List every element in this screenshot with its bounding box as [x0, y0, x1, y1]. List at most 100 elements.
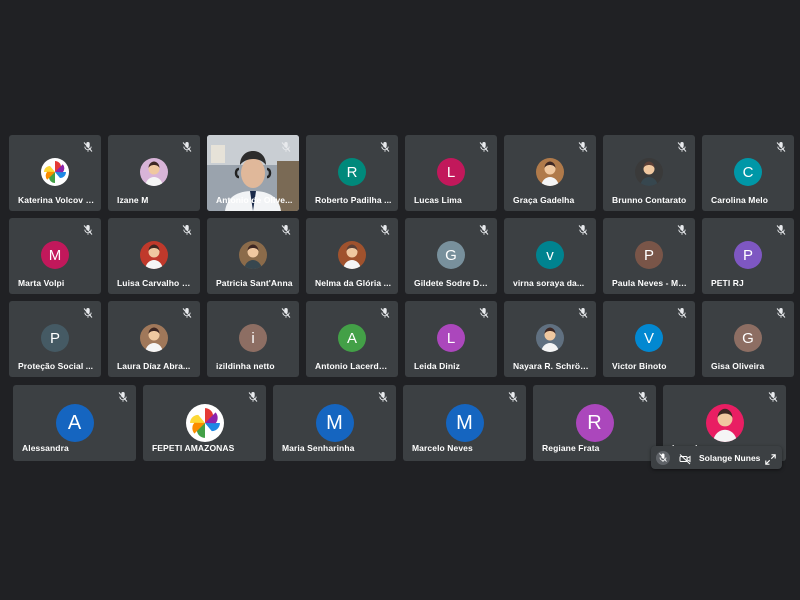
pinwheel-logo-icon [41, 158, 69, 186]
participant-tile[interactable]: v virna soraya da... [504, 218, 596, 294]
avatar: A [55, 404, 94, 442]
participant-row-3: P Proteção Social ... Laura Díaz Abra... i i… [9, 301, 794, 377]
mic-off-icon [676, 224, 688, 236]
avatar: v [536, 241, 564, 269]
participant-name: Gildete Sodre De... [414, 278, 491, 288]
participant-tile[interactable]: Nayara R. Schröd... [504, 301, 596, 377]
participant-name: Izane M [117, 195, 149, 205]
mic-off-icon [379, 307, 391, 319]
mic-off-icon [478, 224, 490, 236]
participant-name: Maria Senharinha [282, 443, 355, 453]
mic-off-icon [775, 224, 787, 236]
avatar: G [734, 324, 762, 352]
participant-tile[interactable]: R Roberto Padilha ... [306, 135, 398, 211]
participant-tile[interactable]: G Gildete Sodre De... [405, 218, 497, 294]
expand-icon[interactable] [765, 452, 776, 465]
participant-tile[interactable]: M Marta Volpi [9, 218, 101, 294]
participant-tile[interactable]: Katerina Volcov -... [9, 135, 101, 211]
participant-name: Lucas Lima [414, 195, 462, 205]
avatar [536, 158, 564, 186]
self-view-bar[interactable]: Solange Nunes [651, 446, 782, 469]
participant-tile[interactable]: Antonio de Olive... [207, 135, 299, 211]
mic-off-icon[interactable] [656, 450, 670, 465]
participant-tile[interactable]: Luisa Carvalho R... [108, 218, 200, 294]
participant-tile[interactable]: A Antonio Lacerda ... [306, 301, 398, 377]
participant-name: Leida Diniz [414, 361, 460, 371]
participant-tile[interactable]: Izane M [108, 135, 200, 211]
avatar: V [635, 324, 663, 352]
mic-off-icon [82, 307, 94, 319]
mic-off-icon [478, 141, 490, 153]
participant-tile[interactable]: P PETI RJ [702, 218, 794, 294]
participant-name: Carolina Melo [711, 195, 769, 205]
participant-name: Brunno Contarato [612, 195, 687, 205]
participant-name: Marta Volpi [18, 278, 65, 288]
mic-off-icon [181, 224, 193, 236]
avatar [140, 241, 168, 269]
participant-tile[interactable]: i izildinha netto [207, 301, 299, 377]
mic-off-icon [379, 224, 391, 236]
mic-off-icon [767, 391, 779, 403]
participant-tile[interactable]: FEPETI AMAZONAS [143, 385, 266, 461]
participant-tile[interactable]: P Paula Neves - MTE [603, 218, 695, 294]
participant-name: Luisa Carvalho R... [117, 278, 194, 288]
mic-off-icon [181, 307, 193, 319]
participant-name: Marcelo Neves [412, 443, 473, 453]
participant-tile[interactable]: G Gisa Oliveira [702, 301, 794, 377]
participant-name: Katerina Volcov -... [18, 195, 95, 205]
participant-tile[interactable]: Graça Gadelha [504, 135, 596, 211]
avatar: C [734, 158, 762, 186]
participant-tile[interactable]: C Carolina Melo [702, 135, 794, 211]
camera-off-icon[interactable] [679, 452, 691, 464]
participant-tile[interactable]: M Maria Senharinha [273, 385, 396, 461]
avatar: L [437, 324, 465, 352]
mic-off-icon [577, 224, 589, 236]
avatar [140, 158, 168, 186]
participant-name: Graça Gadelha [513, 195, 575, 205]
avatar: M [445, 404, 484, 442]
mic-off-icon [676, 307, 688, 319]
avatar: P [734, 241, 762, 269]
participant-row-2: M Marta Volpi Luisa Carvalho R... Patricia … [9, 218, 794, 294]
pinwheel-logo-icon [185, 404, 224, 442]
mic-off-icon [577, 141, 589, 153]
participant-name: Nelma da Glória ... [315, 278, 392, 288]
participant-name: FEPETI AMAZONAS [152, 443, 235, 453]
avatar [705, 404, 744, 442]
participant-name: Alessandra [22, 443, 69, 453]
participant-tile[interactable]: Patricia Sant'Anna [207, 218, 299, 294]
mic-off-icon [181, 141, 193, 153]
avatar: P [41, 324, 69, 352]
mic-off-icon [82, 224, 94, 236]
avatar [536, 324, 564, 352]
participant-tile[interactable]: M Marcelo Neves [403, 385, 526, 461]
participant-name: Paula Neves - MTE [612, 278, 689, 288]
mic-off-icon [82, 141, 94, 153]
avatar: M [41, 241, 69, 269]
mic-off-icon [280, 224, 292, 236]
participant-tile[interactable]: V Victor Binoto [603, 301, 695, 377]
participant-tile[interactable]: L Lucas Lima [405, 135, 497, 211]
participant-tile[interactable]: A Alessandra [13, 385, 136, 461]
participant-name: Roberto Padilha ... [315, 195, 392, 205]
participant-name: Regiane Frata [542, 443, 600, 453]
avatar [338, 241, 366, 269]
mic-off-icon [247, 391, 259, 403]
mic-off-icon [280, 307, 292, 319]
participant-tile[interactable]: Nelma da Glória ... [306, 218, 398, 294]
mic-off-icon [117, 391, 129, 403]
participant-tile[interactable]: Laura Díaz Abra... [108, 301, 200, 377]
participant-name: Antonio Lacerda ... [315, 361, 392, 371]
participant-tile[interactable]: P Proteção Social ... [9, 301, 101, 377]
participant-name: Gisa Oliveira [711, 361, 765, 371]
participant-tile[interactable]: R Regiane Frata [533, 385, 656, 461]
participant-name: Victor Binoto [612, 361, 667, 371]
participant-tile[interactable]: L Leida Diniz [405, 301, 497, 377]
participant-name: PETI RJ [711, 278, 744, 288]
mic-off-icon [379, 141, 391, 153]
participant-tile[interactable]: Brunno Contarato [603, 135, 695, 211]
participant-grid: Katerina Volcov -... Izane M Antonio de Ol… [0, 0, 800, 600]
participant-row-1: Katerina Volcov -... Izane M Antonio de Ol… [9, 135, 794, 211]
participant-name: Laura Díaz Abra... [117, 361, 191, 371]
avatar: L [437, 158, 465, 186]
